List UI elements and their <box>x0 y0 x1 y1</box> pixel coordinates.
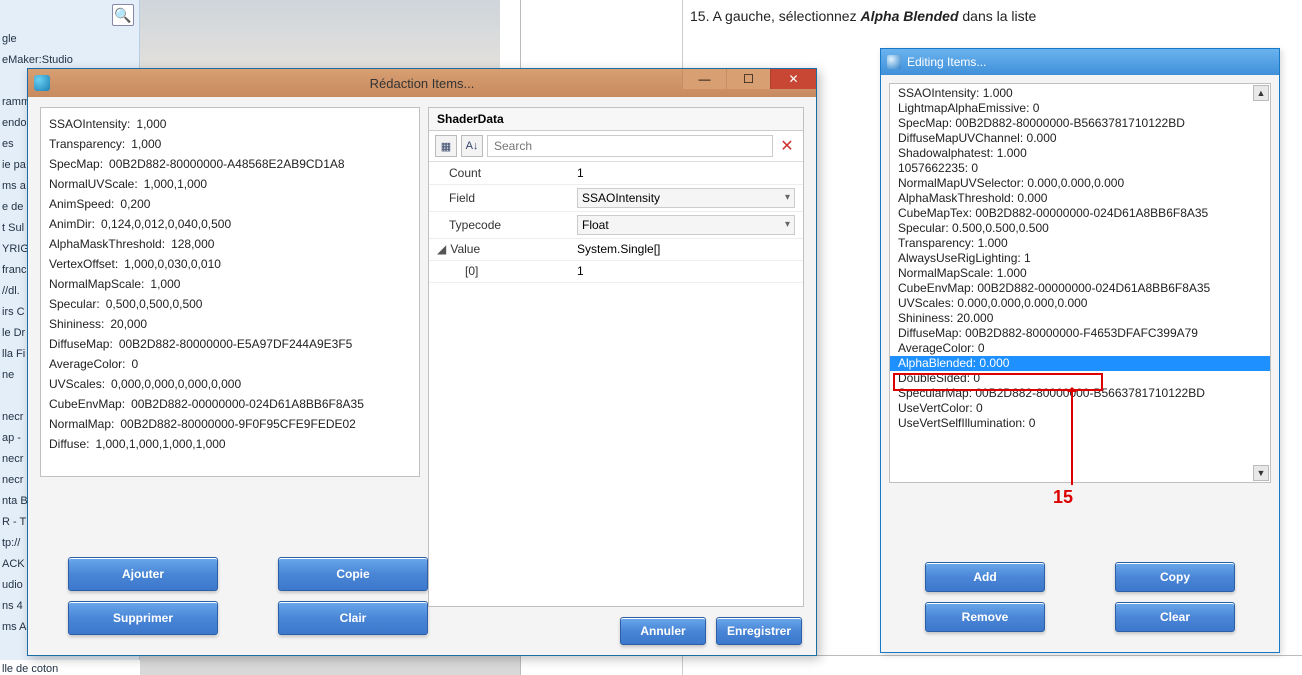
property-row[interactable]: AverageColor: 0 <box>890 341 1270 356</box>
typecode-dropdown[interactable]: Float▾ <box>577 215 795 235</box>
property-row[interactable]: AlwaysUseRigLighting: 1 <box>890 251 1270 266</box>
property-grid[interactable]: Count1 FieldSSAOIntensity▾ TypecodeFloat… <box>429 162 803 283</box>
property-row[interactable]: NormalMapScale1,000 <box>49 274 411 294</box>
property-row[interactable]: NormalUVScale1,000,1,000 <box>49 174 411 194</box>
annotation-label: 15 <box>1053 487 1073 508</box>
titlebar[interactable]: Editing Items... <box>881 49 1279 75</box>
property-row[interactable]: 1057662235: 0 <box>890 161 1270 176</box>
sidebar-bottom-text: lle de coton <box>0 660 138 675</box>
properties-list[interactable]: ▲ SSAOIntensity: 1.000LightmapAlphaEmiss… <box>889 83 1271 483</box>
sort-icon[interactable]: A↓ <box>461 135 483 157</box>
annotation-arrow <box>1071 390 1073 485</box>
property-row[interactable]: SSAOIntensity1,000 <box>49 114 411 134</box>
property-row[interactable]: CubeMapTex: 00B2D882-00000000-024D61A8BB… <box>890 206 1270 221</box>
field-dropdown[interactable]: SSAOIntensity▾ <box>577 188 795 208</box>
property-row[interactable]: CubeEnvMap00B2D882-00000000-024D61A8BB6F… <box>49 394 411 414</box>
property-row[interactable]: Transparency: 1.000 <box>890 236 1270 251</box>
app-icon <box>887 55 901 69</box>
property-row[interactable]: NormalMap00B2D882-80000000-9F0F95CFE9FED… <box>49 414 411 434</box>
property-row[interactable]: SSAOIntensity: 1.000 <box>890 86 1270 101</box>
cancel-button[interactable]: Annuler <box>620 617 706 645</box>
clear-search-icon[interactable]: ✕ <box>777 136 797 156</box>
property-row[interactable]: DiffuseMap00B2D882-80000000-E5A97DF244A9… <box>49 334 411 354</box>
property-row[interactable]: SpecMap00B2D882-80000000-A48568E2AB9CD1A… <box>49 154 411 174</box>
chevron-down-icon: ▾ <box>785 192 790 203</box>
property-row[interactable]: UseVertColor: 0 <box>890 401 1270 416</box>
remove-button[interactable]: Remove <box>925 602 1045 632</box>
copy-button[interactable]: Copie <box>278 557 428 591</box>
panel-title: ShaderData <box>429 108 803 131</box>
property-row[interactable]: SpecMap: 00B2D882-80000000-B566378171012… <box>890 116 1270 131</box>
property-row[interactable]: AnimSpeed0,200 <box>49 194 411 214</box>
remove-button[interactable]: Supprimer <box>68 601 218 635</box>
property-row[interactable]: Transparency1,000 <box>49 134 411 154</box>
add-button[interactable]: Add <box>925 562 1045 592</box>
property-row[interactable]: DiffuseMapUVChannel: 0.000 <box>890 131 1270 146</box>
property-row[interactable]: UVScales: 0.000,0.000,0.000,0.000 <box>890 296 1270 311</box>
property-row[interactable]: Shininess20,000 <box>49 314 411 334</box>
instruction-text: 15. A gauche, sélectionnez Alpha Blended… <box>690 8 1036 24</box>
shaderdata-panel: ShaderData ▦ A↓ ✕ Count1 FieldSSAOIntens… <box>428 107 804 607</box>
categorize-icon[interactable]: ▦ <box>435 135 457 157</box>
close-button[interactable]: ✕ <box>770 69 816 89</box>
property-row[interactable]: AlphaMaskThreshold128,000 <box>49 234 411 254</box>
dialog-redaction-items: Rédaction Items... — ☐ ✕ SSAOIntensity1,… <box>27 68 817 656</box>
clear-button[interactable]: Clair <box>278 601 428 635</box>
property-row[interactable]: AverageColor0 <box>49 354 411 374</box>
property-row[interactable]: NormalMapScale: 1.000 <box>890 266 1270 281</box>
minimize-button[interactable]: — <box>682 69 726 89</box>
scroll-up-icon[interactable]: ▲ <box>1253 85 1269 101</box>
property-row[interactable]: DoubleSided: 0 <box>890 371 1270 386</box>
property-row[interactable]: AlphaBlended: 0.000 <box>890 356 1270 371</box>
sidebar-item[interactable]: gle <box>0 30 138 48</box>
property-row[interactable]: UseVertSelfIllumination: 0 <box>890 416 1270 431</box>
property-row[interactable]: VertexOffset1,000,0,030,0,010 <box>49 254 411 274</box>
property-row[interactable]: AlphaMaskThreshold: 0.000 <box>890 191 1270 206</box>
scroll-down-icon[interactable]: ▼ <box>1253 465 1269 481</box>
property-row[interactable]: AnimDir0,124,0,012,0,040,0,500 <box>49 214 411 234</box>
property-row[interactable]: Diffuse1,000,1,000,1,000,1,000 <box>49 434 411 454</box>
clear-button[interactable]: Clear <box>1115 602 1235 632</box>
property-row[interactable]: Shadowalphatest: 1.000 <box>890 146 1270 161</box>
search-input[interactable] <box>487 135 773 157</box>
property-row[interactable]: NormalMapUVSelector: 0.000,0.000,0.000 <box>890 176 1270 191</box>
search-icon[interactable]: 🔍 <box>112 4 134 26</box>
add-button[interactable]: Ajouter <box>68 557 218 591</box>
expander-icon[interactable]: ◢ <box>437 242 447 256</box>
property-row[interactable]: Specular0,500,0,500,0,500 <box>49 294 411 314</box>
copy-button[interactable]: Copy <box>1115 562 1235 592</box>
property-row[interactable]: Specular: 0.500,0.500,0.500 <box>890 221 1270 236</box>
sidebar-item[interactable]: eMaker:Studio <box>0 51 138 69</box>
property-row[interactable]: CubeEnvMap: 00B2D882-00000000-024D61A8BB… <box>890 281 1270 296</box>
property-row[interactable]: UVScales0,000,0,000,0,000,0,000 <box>49 374 411 394</box>
save-button[interactable]: Enregistrer <box>716 617 802 645</box>
maximize-button[interactable]: ☐ <box>726 69 770 89</box>
chevron-down-icon: ▾ <box>785 219 790 230</box>
property-row[interactable]: LightmapAlphaEmissive: 0 <box>890 101 1270 116</box>
property-row[interactable]: DiffuseMap: 00B2D882-80000000-F4653DFAFC… <box>890 326 1270 341</box>
property-row[interactable]: Shininess: 20.000 <box>890 311 1270 326</box>
dialog-editing-items: Editing Items... ▲ SSAOIntensity: 1.000L… <box>880 48 1280 653</box>
property-row[interactable]: SpecularMap: 00B2D882-80000000-B56637817… <box>890 386 1270 401</box>
window-title: Editing Items... <box>907 55 986 69</box>
properties-list[interactable]: SSAOIntensity1,000Transparency1,000SpecM… <box>40 107 420 477</box>
titlebar[interactable]: Rédaction Items... — ☐ ✕ <box>28 69 816 97</box>
